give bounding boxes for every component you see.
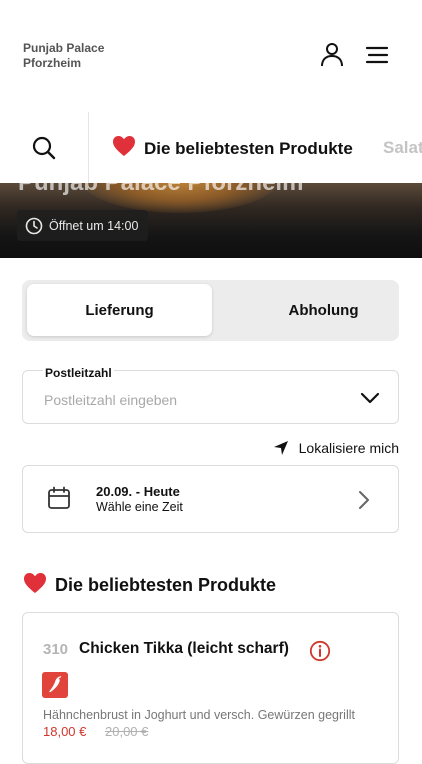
pickup-option[interactable]: Abholung xyxy=(231,284,416,336)
category-tab-label: Die beliebtesten Produkte xyxy=(144,138,353,158)
locate-me-button[interactable]: Lokalisiere mich xyxy=(273,440,399,456)
menu-icon[interactable] xyxy=(363,40,391,68)
product-card[interactable]: 310 Chicken Tikka (leicht scharf) Hähnch… xyxy=(22,612,399,764)
zip-label: Postleitzahl xyxy=(43,366,114,380)
time-selector[interactable]: 20.09. - Heute Wähle eine Zeit xyxy=(22,465,399,533)
location-arrow-icon xyxy=(273,441,288,455)
clock-icon xyxy=(25,217,43,234)
heart-icon xyxy=(23,572,47,599)
category-tab-popular[interactable]: Die beliebtesten Produkte xyxy=(112,135,353,162)
chevron-down-icon[interactable] xyxy=(360,391,380,409)
product-description: Hähnchenbrust in Joghurt und versch. Gew… xyxy=(43,708,355,722)
search-icon xyxy=(32,136,56,159)
delivery-option[interactable]: Lieferung xyxy=(27,284,212,336)
section-title-text: Die beliebtesten Produkte xyxy=(55,575,277,595)
order-mode-toggle: Lieferung Abholung xyxy=(22,280,399,341)
product-name: Chicken Tikka (leicht scharf) xyxy=(79,640,289,657)
category-bar: Die beliebtesten Produkte Salat xyxy=(0,112,422,184)
time-prompt: Wähle eine Zeit xyxy=(96,500,183,514)
section-title: Die beliebtesten Produkte xyxy=(23,572,276,599)
chili-pepper-icon xyxy=(42,672,68,698)
brand-name[interactable]: Punjab Palace Pforzheim xyxy=(23,41,104,71)
product-old-price: 20,00 € xyxy=(105,724,149,739)
brand-line-1: Punjab Palace xyxy=(23,41,105,55)
user-icon[interactable] xyxy=(318,40,346,68)
opening-badge: Öffnet um 14:00 xyxy=(17,210,149,241)
opening-text: Öffnet um 14:00 xyxy=(49,218,139,233)
info-icon[interactable] xyxy=(309,640,331,667)
search-button[interactable] xyxy=(0,112,89,183)
heart-icon xyxy=(112,135,136,162)
chevron-right-icon xyxy=(358,490,370,515)
zip-field[interactable]: Postleitzahl Postleitzahl eingeben xyxy=(22,366,399,424)
calendar-icon xyxy=(47,486,71,515)
brand-line-2: Pforzheim xyxy=(23,56,82,70)
app-header: Punjab Palace Pforzheim xyxy=(0,0,422,113)
zip-input-placeholder[interactable]: Postleitzahl eingeben xyxy=(44,392,177,408)
locate-me-label: Lokalisiere mich xyxy=(298,440,399,456)
hero-banner: Punjab Palace Pforzheim Öffnet um 14:00 xyxy=(0,183,422,258)
hero-title: Punjab Palace Pforzheim xyxy=(18,183,303,197)
category-tab-next[interactable]: Salat xyxy=(383,138,422,158)
product-price: 18,00 € xyxy=(43,724,87,739)
date-value: 20.09. - Heute xyxy=(96,484,180,499)
product-number: 310 xyxy=(43,641,69,658)
